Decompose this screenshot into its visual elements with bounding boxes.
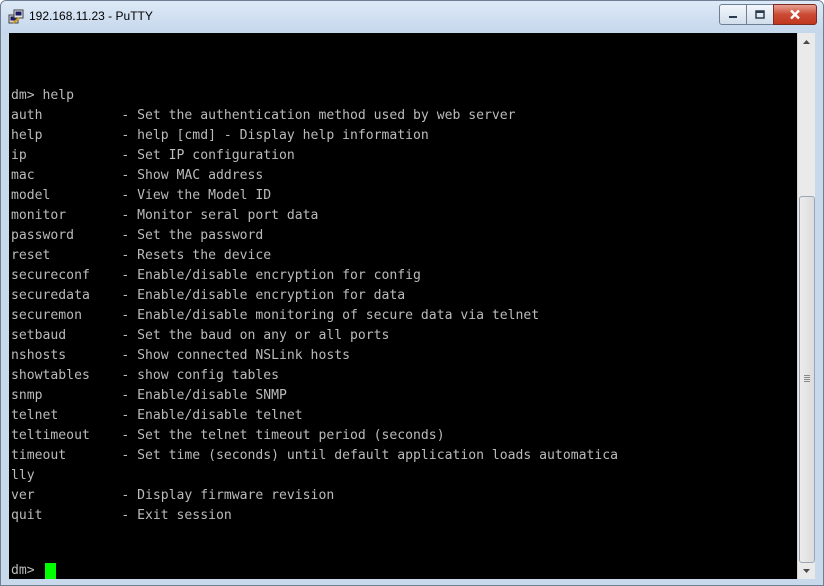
maximize-button[interactable] [746,4,774,25]
terminal-line: setbaud - Set the baud on any or all por… [11,328,390,343]
terminal-line: securemon - Enable/disable monitoring of… [11,308,540,323]
terminal-screen[interactable]: dm> help auth - Set the authentication m… [9,33,797,579]
grip-icon [804,375,810,383]
terminal-line: reset - Resets the device [11,248,272,263]
terminal-line: nshosts - Show connected NSLink hosts [11,348,350,363]
caption-buttons [719,4,817,25]
terminal-line: mac - Show MAC address [11,168,264,183]
terminal-line: dm> help [11,88,75,103]
terminal-line: timeout - Set time (seconds) until defau… [11,448,618,463]
scrollbar-thumb[interactable] [799,196,815,563]
terminal-line: telnet - Enable/disable telnet [11,408,303,423]
terminal-line: teltimeout - Set the telnet timeout peri… [11,428,445,443]
vertical-scrollbar[interactable] [797,33,815,579]
terminal-line: password - Set the password [11,228,264,243]
close-button[interactable] [773,4,817,25]
arrow-up-icon [803,39,810,44]
terminal-line: lly [11,468,35,483]
terminal-line: model - View the Model ID [11,188,272,203]
terminal-line: snmp - Enable/disable SNMP [11,388,287,403]
terminal-line: showtables - show config tables [11,368,280,383]
terminal-line: secureconf - Enable/disable encryption f… [11,268,421,283]
scroll-down-button[interactable] [798,562,815,579]
terminal-line: monitor - Monitor seral port data [11,208,319,223]
window-title: 192.168.11.23 - PuTTY [29,9,153,23]
putty-app-icon[interactable] [8,9,24,25]
arrow-down-icon [803,568,810,573]
command-prompt[interactable]: dm> [11,561,56,579]
title-bar[interactable]: 192.168.11.23 - PuTTY [1,1,823,33]
terminal-line: securedata - Enable/disable encryption f… [11,288,406,303]
terminal-line: help - help [cmd] - Display help informa… [11,128,429,143]
terminal-line: auth - Set the authentication method use… [11,108,516,123]
maximize-icon [755,10,765,19]
minimize-icon [729,15,737,18]
terminal-line: quit - Exit session [11,508,232,523]
minimize-button[interactable] [719,4,747,25]
close-icon [790,9,800,20]
putty-window: 192.168.11.23 - PuTTY dm> help auth - Se… [0,0,824,586]
terminal-line: ver - Display firmware revision [11,488,335,503]
terminal-line: ip - Set IP configuration [11,148,295,163]
prompt-label: dm> [11,563,43,578]
text-cursor [44,563,56,579]
scroll-up-button[interactable] [798,33,815,50]
